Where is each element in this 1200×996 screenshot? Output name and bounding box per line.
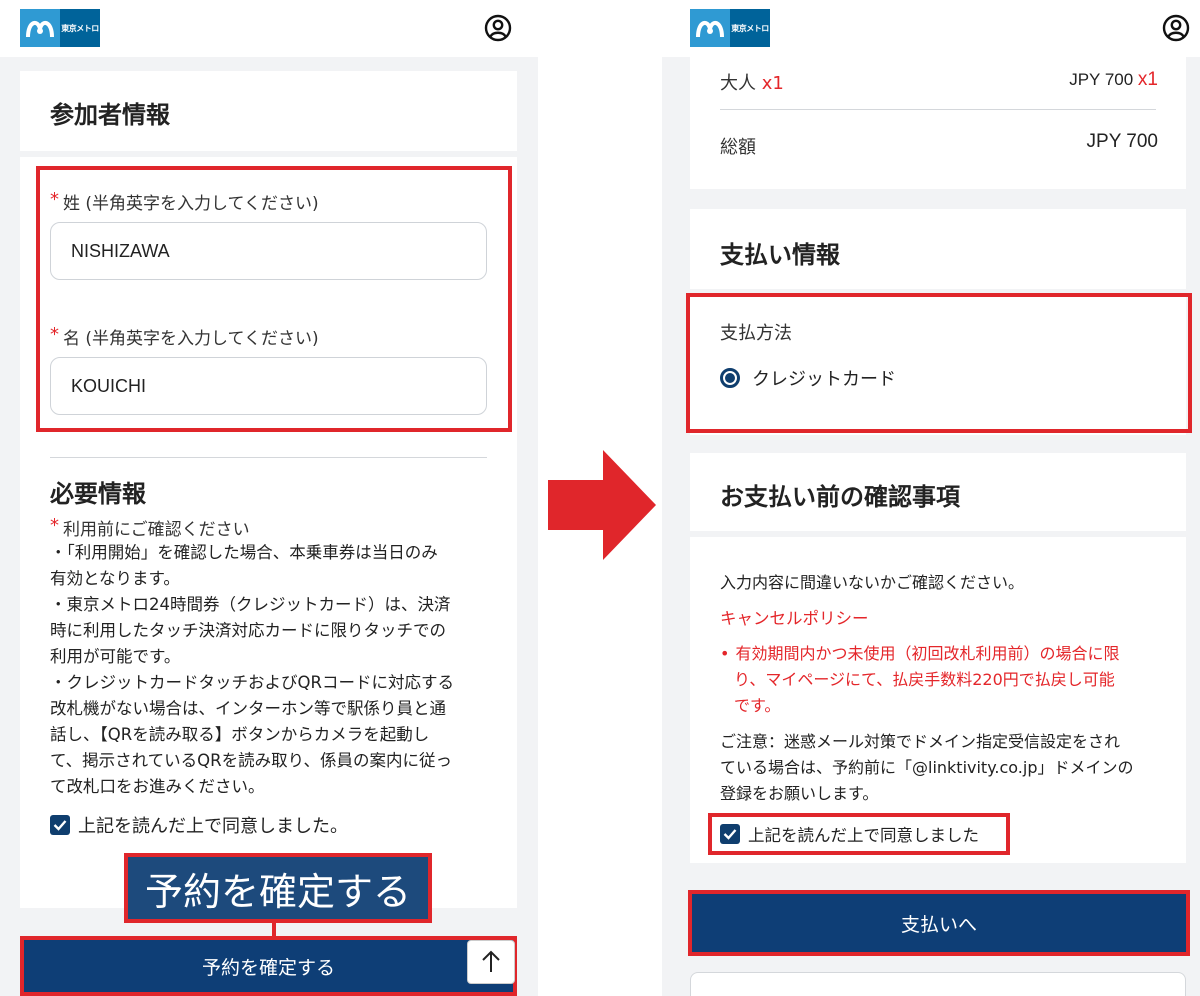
user-account-icon[interactable] [484, 14, 512, 42]
policy-text: • 有効期間内かつ未使用（初回改札利用前）の場合に限 り、マイページにて、払戻手数… [720, 644, 1120, 715]
logo-wordmark: 東京メトロ [60, 9, 100, 47]
tokyo-metro-logo[interactable]: 東京メトロ [690, 9, 770, 47]
right-screen: 東京メトロ 大人 x1 JPY 700 x1 総額 JPY 700 支払い情報 … [662, 0, 1200, 996]
transition-arrow-icon [548, 450, 656, 560]
scroll-top-button[interactable] [467, 940, 515, 984]
price-summary-card: 大人 x1 JPY 700 x1 総額 JPY 700 [690, 57, 1186, 189]
callout-label: 予約を確定する [124, 853, 432, 923]
agree-label: 上記を読んだ上で同意しました。 [78, 816, 348, 837]
adult-row-label: 大人 x1 [720, 73, 784, 94]
tokyo-metro-logo[interactable]: 東京メトロ [20, 9, 100, 47]
total-label: 総額 [720, 137, 756, 158]
header-bar: 東京メトロ [662, 0, 1200, 57]
user-account-icon[interactable] [1162, 14, 1190, 42]
metro-m-icon [20, 9, 60, 47]
adult-row-price: JPY 700 x1 [1069, 69, 1158, 90]
notice-label: * 利用前にご確認ください [50, 515, 250, 540]
notice-text: ・「利用開始」を確認した場合、本乗車券は当日のみ 有効となります。 ・東京メトロ… [50, 543, 454, 796]
agree-checkbox-row[interactable]: 上記を読んだ上で同意しました。 [50, 812, 348, 838]
logo-wordmark: 東京メトロ [730, 9, 770, 47]
participant-header-card: 参加者情報 [20, 71, 517, 151]
right-content: 大人 x1 JPY 700 x1 総額 JPY 700 支払い情報 支払方法 ク… [662, 57, 1200, 996]
left-content: 参加者情報 * 姓 (半角英字を入力してください) NISHIZAWA * 名 (半… [0, 57, 538, 996]
divider [720, 109, 1156, 110]
payment-header-card: 支払い情報 [690, 209, 1186, 289]
confirm-title: お支払い前の確認事項 [720, 483, 960, 511]
required-info-title: 必要情報 [50, 480, 146, 508]
highlight-name-fields [36, 166, 512, 432]
confirm-intro: 入力内容に間違いないかご確認ください。 [720, 573, 1025, 592]
pay-button[interactable]: 支払いへ [688, 890, 1190, 956]
cancel-policy-link[interactable]: キャンセルポリシー [720, 605, 869, 629]
header-bar: 東京メトロ [0, 0, 538, 57]
left-screen: 東京メトロ 参加者情報 * 姓 (半角英字を入力してください) NISHIZAWA… [0, 0, 538, 996]
secondary-button[interactable] [690, 972, 1186, 996]
total-value: JPY 700 [1086, 131, 1158, 152]
participant-title: 参加者情報 [50, 101, 170, 129]
caution-text: ご注意：迷惑メール対策でドメイン指定受信設定をされ ている場合は、予約前に「@l… [720, 732, 1134, 803]
confirm-header-card: お支払い前の確認事項 [690, 453, 1186, 531]
divider [50, 457, 487, 458]
highlight-agree [708, 813, 1010, 855]
payment-title: 支払い情報 [720, 241, 840, 269]
confirm-reservation-button[interactable]: 予約を確定する [20, 936, 517, 996]
highlight-payment-method [686, 293, 1192, 433]
arrow-up-icon [482, 950, 500, 972]
metro-m-icon [690, 9, 730, 47]
checkbox-checked-icon[interactable] [50, 815, 70, 835]
